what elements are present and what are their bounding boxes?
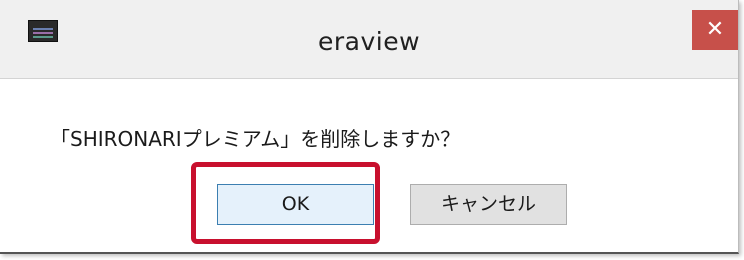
dialog-content: 「SHIRONARIプレミアム」を削除しますか？ OK キャンセル (0, 78, 738, 252)
page: eraview ✕ 「SHIRONARIプレミアム」を削除しますか？ OK キャ… (0, 0, 744, 260)
close-icon: ✕ (705, 17, 725, 42)
confirm-message: 「SHIRONARIプレミアム」を削除しますか？ (50, 127, 461, 151)
confirm-dialog: eraview ✕ 「SHIRONARIプレミアム」を削除しますか？ OK キャ… (0, 0, 739, 254)
cancel-button[interactable]: キャンセル (410, 184, 567, 225)
ok-button[interactable]: OK (217, 184, 374, 225)
window-title: eraview (317, 27, 421, 56)
title-bar: eraview ✕ (0, 0, 738, 78)
close-button[interactable]: ✕ (692, 10, 738, 50)
